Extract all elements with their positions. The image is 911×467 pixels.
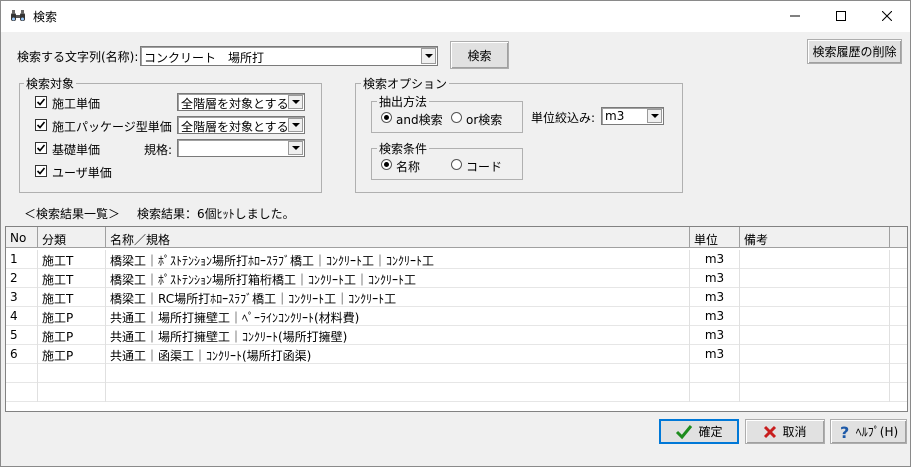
help-question-icon: ?: [840, 424, 849, 440]
unit-filter-select[interactable]: m3: [601, 107, 664, 125]
delete-history-button[interactable]: 検索履歴の削除: [807, 39, 902, 64]
column-header-category[interactable]: 分類: [38, 227, 106, 248]
check-icon: [36, 121, 46, 129]
spec-label: 規格:: [144, 143, 173, 157]
column-header-note[interactable]: 備考: [740, 227, 890, 248]
construction-unit-checkbox[interactable]: [35, 96, 47, 108]
basic-unit-checkbox[interactable]: [35, 142, 47, 154]
maximize-button[interactable]: [818, 1, 864, 31]
and-search-label: and検索: [396, 113, 443, 127]
search-button[interactable]: 検索: [450, 41, 509, 69]
check-icon: [36, 98, 46, 106]
table-row-empty: [6, 383, 907, 402]
table-header: No 分類 名称／規格 単位 備考: [6, 227, 907, 248]
and-search-radio[interactable]: [381, 112, 392, 123]
close-icon: [882, 11, 892, 21]
check-icon: [36, 144, 46, 152]
window-title: 検索: [33, 10, 58, 24]
or-search-label: or検索: [466, 113, 503, 127]
unit-filter-label: 単位絞込み:: [531, 111, 596, 125]
search-combo[interactable]: コンクリート 場所打: [140, 46, 438, 66]
binoculars-icon: [11, 10, 25, 21]
extract-method-title: 抽出方法: [377, 93, 430, 110]
table-row[interactable]: 3 施工T 橋梁工｜RC場所打ﾎﾛｰｽﾗﾌﾞ橋工｜ｺﾝｸﾘｰﾄ工｜ｺﾝｸﾘｰﾄ工…: [6, 288, 907, 307]
title-bar: 検索: [1, 1, 910, 32]
chevron-down-icon: [650, 114, 659, 118]
svg-text:?: ?: [840, 424, 849, 440]
check-icon: [36, 167, 46, 175]
chevron-down-icon: [424, 54, 433, 58]
name-radio[interactable]: [381, 159, 392, 170]
cancel-button[interactable]: 取消: [745, 419, 825, 444]
target-group-title: 検索対象: [24, 75, 77, 92]
user-unit-checkbox[interactable]: [35, 165, 47, 177]
table-row[interactable]: 6 施工P 共通工｜函渠工｜ｺﾝｸﾘｰﾄ(場所打函渠) m3: [6, 345, 907, 364]
construction-unit-label: 施工単価: [52, 97, 101, 111]
scope-dropdown-button[interactable]: [288, 118, 303, 132]
minimize-button[interactable]: [772, 1, 818, 31]
condition-title: 検索条件: [377, 140, 430, 157]
unit-dropdown-button[interactable]: [647, 109, 662, 123]
or-search-radio[interactable]: [451, 112, 462, 123]
results-table[interactable]: No 分類 名称／規格 単位 備考 1 施工T 橋梁工｜ﾎﾟｽﾄﾃﾝｼｮﾝ場所打…: [5, 226, 908, 412]
close-button[interactable]: [864, 1, 910, 31]
construction-unit-scope-select[interactable]: 全階層を対象とする: [177, 93, 305, 111]
package-unit-scope-select[interactable]: 全階層を対象とする: [177, 116, 305, 134]
table-row[interactable]: 5 施工P 共通工｜場所打擁壁工｜ｺﾝｸﾘｰﾄ(場所打擁壁) m3: [6, 326, 907, 345]
results-header: ＜検索結果一覧＞: [24, 207, 121, 221]
maximize-icon: [836, 11, 846, 21]
spec-dropdown-button[interactable]: [288, 141, 303, 155]
minimize-icon: [790, 15, 800, 17]
table-row[interactable]: 4 施工P 共通工｜場所打擁壁工｜ﾍﾟｰﾗｲﾝｺﾝｸﾘｰﾄ(材料費) m3: [6, 307, 907, 326]
search-dropdown-button[interactable]: [421, 48, 436, 64]
search-dialog: 検索 検索する文字列(名称): コンクリート 場所打 検索 検索履歴の削除 検索…: [0, 0, 911, 467]
spec-select[interactable]: [177, 139, 305, 157]
name-radio-label: 名称: [396, 160, 421, 174]
options-group-title: 検索オプション: [361, 75, 450, 92]
help-button[interactable]: ? ﾍﾙﾌﾟ(H): [830, 419, 907, 444]
code-radio-label: コード: [466, 160, 503, 174]
ok-button[interactable]: 確定: [659, 419, 739, 444]
search-input[interactable]: コンクリート 場所打: [144, 49, 264, 66]
chevron-down-icon: [291, 146, 300, 150]
search-label: 検索する文字列(名称):: [17, 50, 139, 64]
scope-dropdown-button[interactable]: [288, 95, 303, 109]
x-icon: [764, 425, 777, 438]
checkmark-icon: [676, 424, 693, 439]
table-row[interactable]: 2 施工T 橋梁工｜ﾎﾟｽﾄﾃﾝｼｮﾝ場所打箱桁橋工｜ｺﾝｸﾘｰﾄ工｜ｺﾝｸﾘｰ…: [6, 269, 907, 288]
column-header-no[interactable]: No: [6, 227, 38, 248]
package-unit-label: 施工パッケージ型単価: [52, 120, 172, 134]
column-header-name[interactable]: 名称／規格: [106, 227, 690, 248]
table-row[interactable]: 1 施工T 橋梁工｜ﾎﾟｽﾄﾃﾝｼｮﾝ場所打ﾎﾛｰｽﾗﾌﾞ橋工｜ｺﾝｸﾘｰﾄ工｜…: [6, 250, 907, 269]
user-unit-label: ユーザ単価: [52, 166, 112, 180]
chevron-down-icon: [291, 123, 300, 127]
results-summary: 検索結果：6個ﾋｯﾄしました。: [137, 207, 295, 221]
basic-unit-label: 基礎単価: [52, 143, 101, 157]
chevron-down-icon: [291, 100, 300, 104]
package-unit-checkbox[interactable]: [35, 119, 47, 131]
code-radio[interactable]: [451, 159, 462, 170]
column-header-unit[interactable]: 単位: [690, 227, 740, 248]
table-row-empty: [6, 364, 907, 383]
